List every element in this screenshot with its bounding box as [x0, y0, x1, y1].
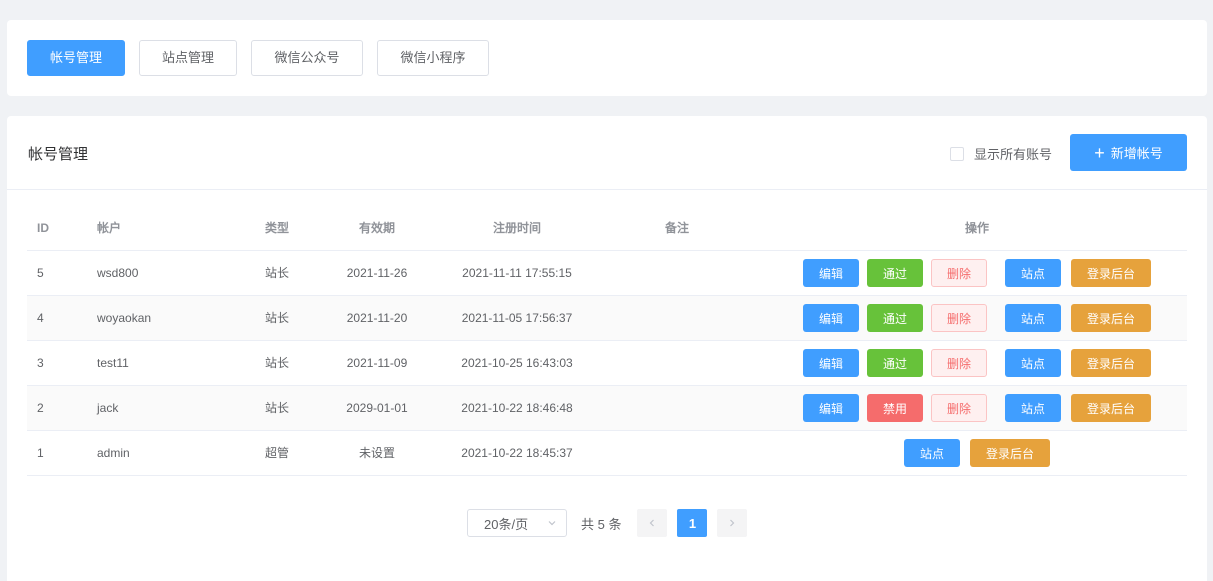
account-list-card: 帐号管理 显示所有账号 + 新增帐号 ID 帐户 类型 有效期 注册时间 备注 … [7, 116, 1207, 581]
header-divider [7, 189, 1207, 190]
cell-actions: 站点 登录后台 [767, 430, 1187, 476]
cell-registered: 2021-11-11 17:55:15 [447, 250, 587, 296]
page-size-value: 20条/页 [484, 516, 529, 532]
next-page-button[interactable] [717, 509, 748, 537]
top-tab-card: 帐号管理 站点管理 微信公众号 微信小程序 [7, 20, 1207, 96]
plus-icon: + [1094, 142, 1105, 163]
cell-expiry: 2021-11-26 [307, 250, 447, 296]
table-row: 1 admin 超管 未设置 2021-10-22 18:45:37 站点 登录… [27, 430, 1187, 476]
cell-id: 5 [27, 250, 87, 296]
cell-expiry: 2021-11-20 [307, 295, 447, 341]
account-table: ID 帐户 类型 有效期 注册时间 备注 操作 5 wsd800 站长 2021… [27, 206, 1187, 476]
table-header-row: ID 帐户 类型 有效期 注册时间 备注 操作 [27, 206, 1187, 251]
show-all-accounts-checkbox[interactable]: 显示所有账号 [950, 144, 1052, 163]
page-size-select[interactable]: 20条/页 [467, 509, 567, 537]
show-all-accounts-label: 显示所有账号 [974, 147, 1053, 162]
approve-button[interactable]: 通过 [866, 348, 923, 377]
cell-actions: 编辑 禁用 删除 站点 登录后台 [767, 385, 1187, 431]
pagination: 20条/页 共 5 条 1 [467, 509, 748, 537]
cell-type: 站长 [247, 340, 307, 386]
cell-actions: 编辑 通过 删除 站点 登录后台 [767, 340, 1187, 386]
cell-registered: 2021-11-05 17:56:37 [447, 295, 587, 341]
add-account-label: 新增帐号 [1110, 146, 1163, 161]
cell-type: 站长 [247, 385, 307, 431]
table-row: 2 jack 站长 2029-01-01 2021-10-22 18:46:48… [27, 385, 1187, 431]
cell-registered: 2021-10-22 18:46:48 [447, 385, 587, 431]
tab-account-management[interactable]: 帐号管理 [27, 40, 125, 76]
cell-type: 站长 [247, 295, 307, 341]
edit-button[interactable]: 编辑 [802, 348, 859, 377]
cell-account: test11 [87, 340, 247, 386]
cell-id: 1 [27, 430, 87, 476]
column-header-account: 帐户 [87, 206, 247, 251]
cell-id: 3 [27, 340, 87, 386]
cell-expiry: 未设置 [307, 430, 447, 476]
disable-button[interactable]: 禁用 [866, 393, 923, 422]
column-header-expiry: 有效期 [307, 206, 447, 251]
cell-id: 4 [27, 295, 87, 341]
column-header-registered: 注册时间 [447, 206, 587, 251]
tab-site-management[interactable]: 站点管理 [139, 40, 237, 76]
cell-registered: 2021-10-25 16:43:03 [447, 340, 587, 386]
cell-actions: 编辑 通过 删除 站点 登录后台 [767, 295, 1187, 341]
login-admin-button[interactable]: 登录后台 [1071, 348, 1152, 377]
cell-expiry: 2021-11-09 [307, 340, 447, 386]
cell-account: woyaokan [87, 295, 247, 341]
delete-button[interactable]: 删除 [930, 303, 987, 332]
delete-button[interactable]: 删除 [930, 258, 987, 287]
column-header-id: ID [27, 206, 87, 251]
total-count: 共 5 条 [581, 516, 622, 532]
cell-account: wsd800 [87, 250, 247, 296]
cell-account: jack [87, 385, 247, 431]
site-button[interactable]: 站点 [1005, 348, 1062, 377]
page-title: 帐号管理 [28, 146, 89, 163]
cell-note [587, 295, 767, 341]
edit-button[interactable]: 编辑 [802, 393, 859, 422]
login-admin-button[interactable]: 登录后台 [1071, 303, 1152, 332]
prev-page-button[interactable] [637, 509, 668, 537]
chevron-down-icon [546, 517, 558, 529]
chevron-left-icon [650, 519, 655, 527]
site-button[interactable]: 站点 [1005, 303, 1062, 332]
delete-button[interactable]: 删除 [930, 393, 987, 422]
cell-note [587, 385, 767, 431]
cell-id: 2 [27, 385, 87, 431]
cell-note [587, 430, 767, 476]
cell-registered: 2021-10-22 18:45:37 [447, 430, 587, 476]
tab-wechat-official-account[interactable]: 微信公众号 [251, 40, 363, 76]
approve-button[interactable]: 通过 [866, 303, 923, 332]
login-admin-button[interactable]: 登录后台 [1071, 393, 1152, 422]
cell-expiry: 2029-01-01 [307, 385, 447, 431]
login-admin-button[interactable]: 登录后台 [1071, 258, 1152, 287]
cell-type: 站长 [247, 250, 307, 296]
approve-button[interactable]: 通过 [866, 258, 923, 287]
delete-button[interactable]: 删除 [930, 348, 987, 377]
table-row: 5 wsd800 站长 2021-11-26 2021-11-11 17:55:… [27, 250, 1187, 296]
column-header-actions: 操作 [767, 206, 1187, 251]
checkbox-box[interactable] [950, 146, 964, 161]
cell-note [587, 250, 767, 296]
column-header-type: 类型 [247, 206, 307, 251]
add-account-button[interactable]: + 新增帐号 [1070, 134, 1187, 171]
cell-type: 超管 [247, 430, 307, 476]
cell-note [587, 340, 767, 386]
site-button[interactable]: 站点 [903, 438, 960, 467]
edit-button[interactable]: 编辑 [802, 258, 859, 287]
table-row: 4 woyaokan 站长 2021-11-20 2021-11-05 17:5… [27, 295, 1187, 341]
cell-actions: 编辑 通过 删除 站点 登录后台 [767, 250, 1187, 296]
edit-button[interactable]: 编辑 [802, 303, 859, 332]
page-number-button[interactable]: 1 [677, 509, 708, 537]
site-button[interactable]: 站点 [1005, 258, 1062, 287]
table-row: 3 test11 站长 2021-11-09 2021-10-25 16:43:… [27, 340, 1187, 386]
chevron-right-icon [730, 519, 735, 527]
column-header-note: 备注 [587, 206, 767, 251]
site-button[interactable]: 站点 [1005, 393, 1062, 422]
tab-wechat-mini-program[interactable]: 微信小程序 [377, 40, 489, 76]
cell-account: admin [87, 430, 247, 476]
login-admin-button[interactable]: 登录后台 [970, 438, 1051, 467]
